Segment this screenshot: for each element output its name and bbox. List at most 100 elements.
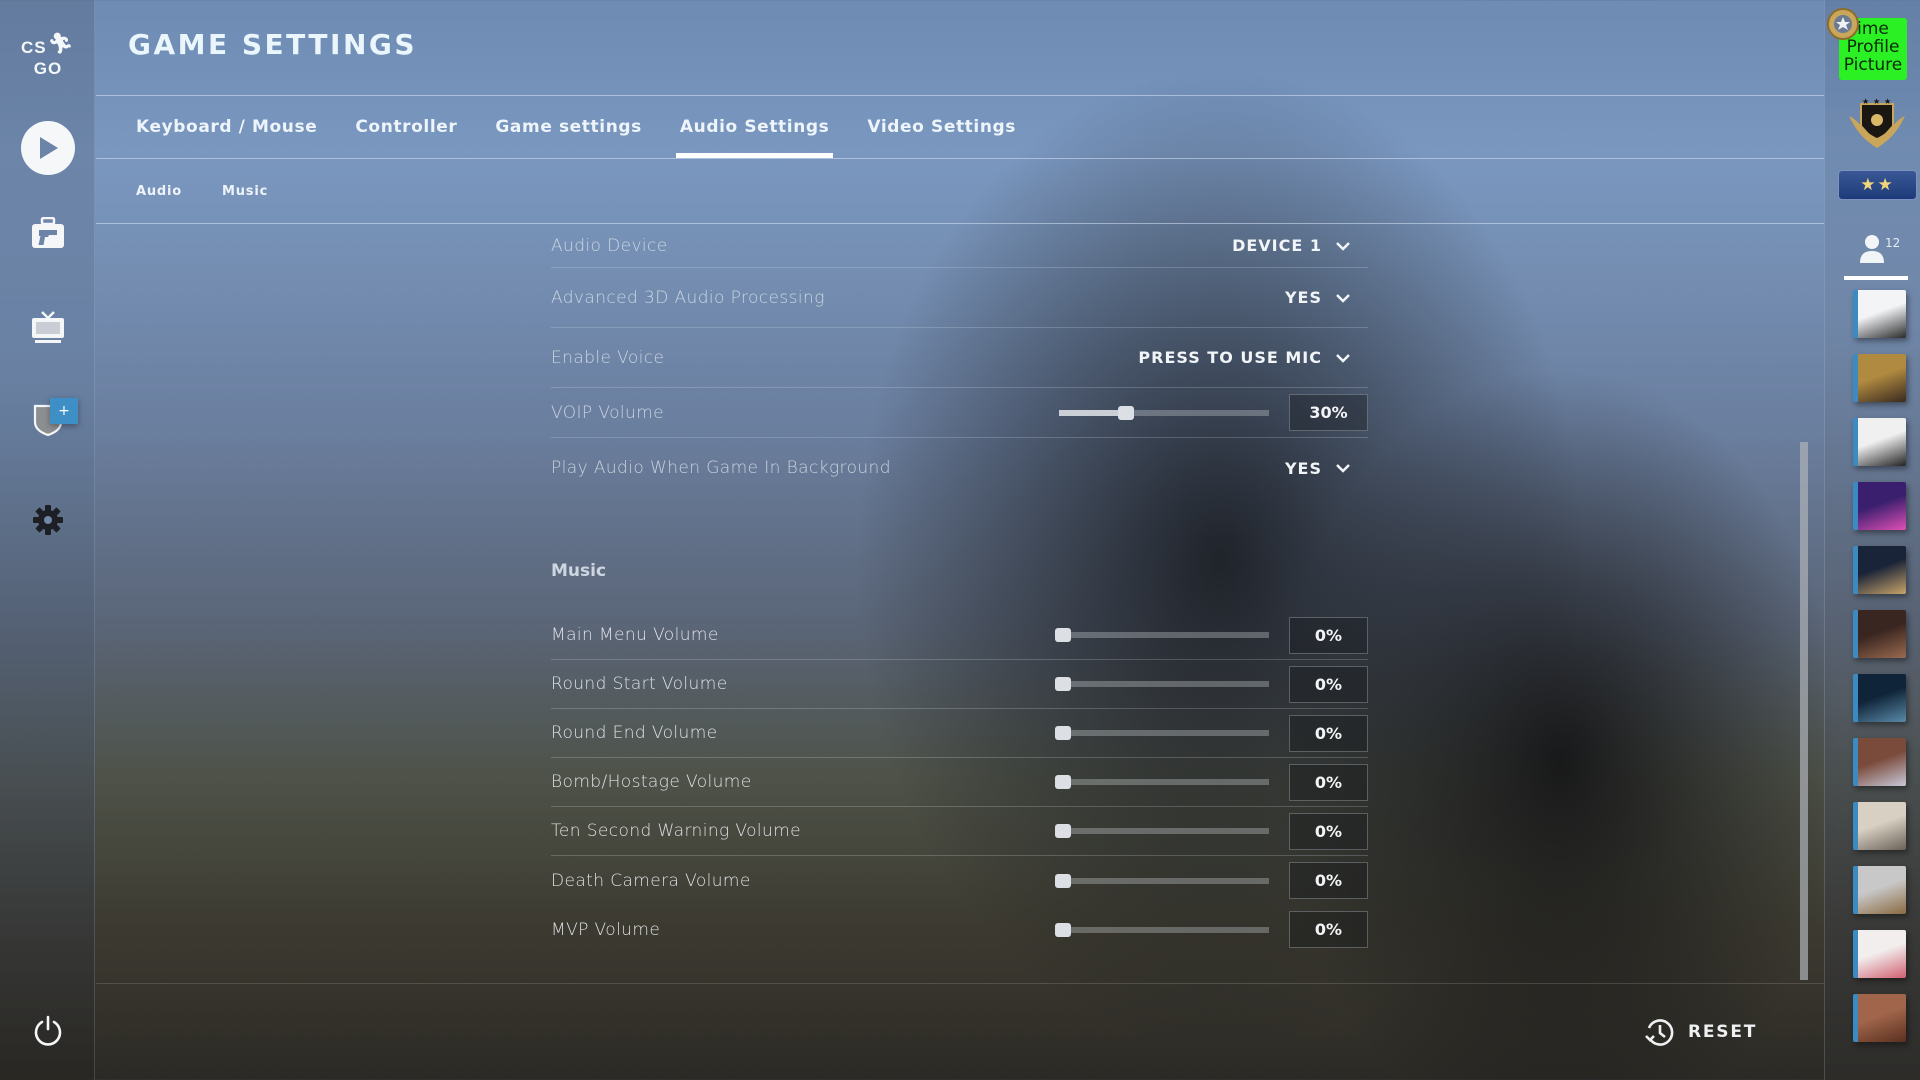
death-camera-volume-value[interactable]: 0% bbox=[1289, 862, 1368, 899]
advanced-3d-audio-dropdown[interactable]: YES bbox=[1285, 288, 1350, 307]
add-badge[interactable]: + bbox=[50, 398, 78, 424]
power-button[interactable] bbox=[0, 1001, 95, 1061]
friends-button[interactable]: 12 bbox=[1825, 228, 1920, 280]
sidebar-inventory-button[interactable] bbox=[0, 203, 95, 263]
chevron-down-icon bbox=[1336, 293, 1350, 303]
slider-handle[interactable] bbox=[1055, 873, 1071, 888]
setting-row-enable-voice: Enable Voice PRESS TO USE MIC bbox=[551, 328, 1368, 388]
subtab-audio[interactable]: Audio bbox=[136, 184, 182, 199]
sidebar-watch-button[interactable] bbox=[0, 297, 95, 357]
setting-row-voip-volume: VOIP Volume 30% bbox=[551, 388, 1368, 438]
reset-button[interactable]: RESET bbox=[1644, 1017, 1757, 1047]
dropdown-value: DEVICE 1 bbox=[1232, 236, 1322, 255]
slider-handle[interactable] bbox=[1055, 922, 1071, 937]
slider-handle[interactable] bbox=[1055, 775, 1071, 789]
sidebar-operation-pass-button[interactable]: + bbox=[0, 390, 95, 450]
subtab-music[interactable]: Music bbox=[222, 184, 268, 199]
round-end-volume-value[interactable]: 0% bbox=[1289, 714, 1368, 752]
round-start-volume-value[interactable]: 0% bbox=[1289, 665, 1368, 703]
slider-fill bbox=[1059, 409, 1122, 416]
settings-tabs: Keyboard / Mouse Controller Game setting… bbox=[96, 96, 1036, 158]
setting-row-play-audio-background: Play Audio When Game In Background YES bbox=[551, 438, 1368, 498]
sidebar-play-button[interactable] bbox=[0, 118, 95, 178]
ten-second-warning-volume-value[interactable]: 0% bbox=[1289, 812, 1368, 850]
bomb-hostage-volume-value[interactable]: 0% bbox=[1289, 763, 1368, 801]
svg-text:★: ★ bbox=[1884, 98, 1891, 106]
svg-text:★: ★ bbox=[1873, 98, 1880, 106]
tab-keyboard-mouse[interactable]: Keyboard / Mouse bbox=[96, 96, 335, 158]
setting-label: Round Start Volume bbox=[551, 674, 728, 694]
setting-label: Enable Voice bbox=[551, 347, 665, 368]
friend-avatar[interactable] bbox=[1853, 802, 1906, 850]
friend-avatar[interactable] bbox=[1853, 290, 1906, 338]
bomb-hostage-volume-slider[interactable] bbox=[1055, 775, 1269, 789]
voip-volume-slider[interactable] bbox=[1059, 405, 1269, 420]
setting-row-bomb-hostage-volume: Bomb/Hostage Volume 0% bbox=[551, 758, 1368, 807]
play-icon bbox=[20, 121, 75, 175]
setting-label: Ten Second Warning Volume bbox=[551, 821, 802, 841]
slider-handle[interactable] bbox=[1055, 726, 1071, 740]
setting-label: Round End Volume bbox=[551, 723, 718, 743]
reset-label: RESET bbox=[1688, 1022, 1758, 1042]
dropdown-value: YES bbox=[1284, 288, 1322, 307]
right-rail: ime Profile Picture ★ ★ ★ ★★ 12 bbox=[1824, 0, 1920, 1080]
csgo-logo[interactable]: CS🏃︎ GO bbox=[14, 33, 82, 78]
round-start-volume-slider[interactable] bbox=[1055, 677, 1269, 691]
footer-divider bbox=[96, 983, 1824, 984]
setting-label: Play Audio When Game In Background bbox=[551, 458, 891, 478]
round-end-volume-slider[interactable] bbox=[1055, 726, 1269, 740]
setting-row-round-start-volume: Round Start Volume 0% bbox=[551, 660, 1368, 709]
audio-device-dropdown[interactable]: DEVICE 1 bbox=[1232, 236, 1350, 255]
voip-volume-value[interactable]: 30% bbox=[1289, 394, 1368, 431]
tab-audio-settings[interactable]: Audio Settings bbox=[662, 96, 848, 158]
friend-avatar[interactable] bbox=[1853, 866, 1906, 914]
audio-settings-list: Audio Device DEVICE 1 Advanced 3D Audio … bbox=[551, 224, 1368, 498]
setting-row-audio-device: Audio Device DEVICE 1 bbox=[551, 224, 1368, 268]
friends-count: 12 bbox=[1885, 236, 1901, 250]
slider-handle[interactable] bbox=[1118, 405, 1134, 420]
play-audio-background-dropdown[interactable]: YES bbox=[1285, 459, 1350, 478]
chevron-down-icon bbox=[1336, 241, 1350, 251]
friend-avatar[interactable] bbox=[1853, 674, 1906, 722]
sidebar-settings-button[interactable] bbox=[0, 490, 95, 550]
tab-controller[interactable]: Controller bbox=[337, 96, 475, 158]
subtabs: Audio Music bbox=[96, 159, 268, 223]
friend-avatar[interactable] bbox=[1853, 482, 1906, 530]
setting-label: MVP Volume bbox=[551, 919, 661, 940]
page-title: GAME SETTINGS bbox=[128, 28, 418, 61]
friend-avatar[interactable] bbox=[1853, 610, 1906, 658]
mvp-volume-value[interactable]: 0% bbox=[1289, 911, 1368, 948]
death-camera-volume-slider[interactable] bbox=[1055, 873, 1269, 888]
slider-handle[interactable] bbox=[1055, 628, 1071, 642]
friend-avatar[interactable] bbox=[1853, 418, 1906, 466]
service-medal-icon bbox=[1827, 8, 1859, 40]
slider-handle[interactable] bbox=[1055, 824, 1071, 838]
setting-row-death-camera-volume: Death Camera Volume 0% bbox=[551, 856, 1368, 905]
main-menu-volume-slider[interactable] bbox=[1055, 628, 1269, 642]
left-sidebar: CS🏃︎ GO + bbox=[0, 0, 95, 1080]
logo-text-right: GO bbox=[33, 59, 63, 78]
friend-avatar[interactable] bbox=[1853, 738, 1906, 786]
mvp-volume-slider[interactable] bbox=[1055, 922, 1269, 937]
dropdown-value: YES bbox=[1284, 458, 1322, 478]
content-scrollbar[interactable] bbox=[1800, 442, 1808, 980]
enable-voice-dropdown[interactable]: PRESS TO USE MIC bbox=[1138, 348, 1350, 367]
tabs-divider bbox=[96, 158, 1824, 159]
tab-game-settings[interactable]: Game settings bbox=[477, 96, 660, 158]
setting-row-ten-second-warning-volume: Ten Second Warning Volume 0% bbox=[551, 807, 1368, 856]
setting-label: Audio Device bbox=[551, 235, 668, 256]
power-icon bbox=[34, 1015, 61, 1046]
soldier-icon: 🏃︎ bbox=[47, 33, 74, 55]
friend-avatar[interactable] bbox=[1853, 354, 1906, 402]
setting-row-round-end-volume: Round End Volume 0% bbox=[551, 709, 1368, 758]
slider-handle[interactable] bbox=[1055, 677, 1071, 691]
setting-row-advanced-3d-audio: Advanced 3D Audio Processing YES bbox=[551, 268, 1368, 328]
friend-avatar[interactable] bbox=[1853, 930, 1906, 978]
rank-stars: ★★ bbox=[1860, 175, 1895, 195]
tab-video-settings[interactable]: Video Settings bbox=[849, 96, 1034, 158]
friend-avatar[interactable] bbox=[1853, 546, 1906, 594]
ten-second-warning-volume-slider[interactable] bbox=[1055, 824, 1269, 838]
friend-avatar[interactable] bbox=[1853, 994, 1906, 1042]
history-reset-icon bbox=[1645, 1019, 1674, 1046]
main-menu-volume-value[interactable]: 0% bbox=[1289, 616, 1368, 654]
